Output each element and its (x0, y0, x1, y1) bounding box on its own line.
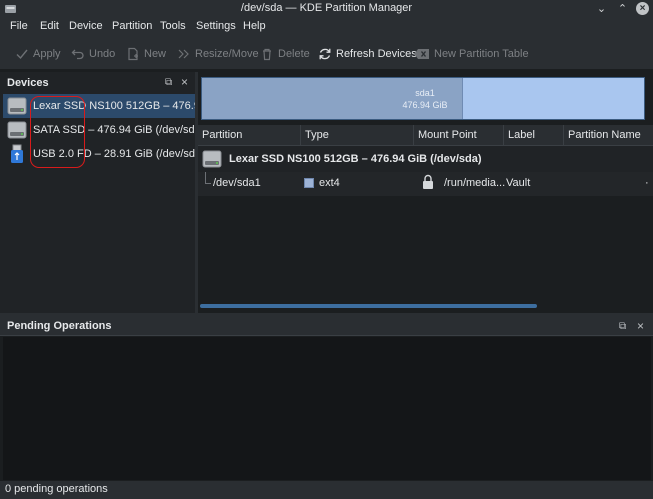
status-bar: 0 pending operations (0, 481, 653, 499)
partition-usage-fill (202, 78, 463, 119)
devices-panel-header: Devices ⧉ × (0, 72, 195, 94)
minimize-icon[interactable]: ⌄ (595, 2, 608, 15)
refresh-devices-label: Refresh Devices (336, 48, 417, 60)
partition-graph[interactable]: sda1 476.94 GiB (201, 77, 645, 120)
clear-table-icon (414, 49, 429, 59)
refresh-icon (319, 48, 331, 60)
apply-label: Apply (33, 48, 61, 60)
lock-icon (423, 174, 433, 189)
window-title: /dev/sda — KDE Partition Manager (240, 2, 413, 14)
cell-type: ext4 (319, 177, 340, 189)
drive-harddisk-icon (7, 97, 27, 115)
undo-label: Undo (89, 48, 116, 60)
column-header-type[interactable]: Type (301, 125, 414, 146)
close-panel-icon[interactable]: × (637, 319, 648, 333)
title-bar: /dev/sda — KDE Partition Manager ⌄ ⌃ × (0, 0, 653, 17)
column-header-mount-point[interactable]: Mount Point (414, 125, 504, 146)
menu-file[interactable]: File (10, 20, 28, 32)
menu-tools[interactable]: Tools (160, 20, 186, 32)
resize-icon (178, 49, 189, 59)
annotation-circle (30, 96, 85, 168)
apply-button[interactable]: Apply (15, 46, 61, 62)
menu-help[interactable]: Help (243, 20, 266, 32)
table-device-row[interactable]: Lexar SSD NS100 512GB – 476.94 GiB (/dev… (198, 146, 653, 172)
maximize-icon[interactable]: ⌃ (616, 2, 629, 15)
column-header-label[interactable]: Label (504, 125, 564, 146)
status-text: 0 pending operations (5, 483, 108, 495)
drive-harddisk-icon (202, 150, 222, 168)
menu-edit[interactable]: Edit (40, 20, 59, 32)
cell-overflow: · (645, 177, 649, 189)
float-panel-icon[interactable]: ⧉ (165, 77, 176, 88)
pending-operations-title: Pending Operations (7, 320, 112, 332)
refresh-devices-button[interactable]: Refresh Devices (318, 46, 417, 62)
devices-panel-title: Devices (7, 77, 49, 89)
menu-partition[interactable]: Partition (112, 20, 152, 32)
partition-table: Partition Type Mount Point Label Partiti… (198, 125, 653, 313)
menu-device[interactable]: Device (69, 20, 103, 32)
filesystem-color-swatch (304, 178, 314, 188)
tree-branch-line (205, 172, 211, 184)
undo-button[interactable]: Undo (71, 46, 115, 62)
pending-operations-header: Pending Operations ⧉ × (0, 317, 653, 336)
cell-partition: /dev/sda1 (213, 177, 261, 189)
partition-view: sda1 476.94 GiB Partition Type Mount Poi… (198, 72, 653, 313)
new-partition-table-button[interactable]: New Partition Table (414, 46, 529, 62)
new-partition-table-label: New Partition Table (434, 48, 529, 60)
undo-icon (71, 49, 84, 60)
toolbar: Apply Undo New Resize/Move Delete Refres… (0, 37, 653, 70)
drive-harddisk-icon (7, 121, 27, 139)
partition-graph-size: 476.94 GiB (402, 100, 448, 110)
delete-label: Delete (278, 48, 310, 60)
cell-mount-point: /run/media... (444, 177, 506, 189)
new-document-icon (128, 47, 138, 61)
table-row[interactable]: /dev/sda1 ext4 /run/media... Vault · (198, 172, 653, 196)
menu-bar: File Edit Device Partition Tools Setting… (0, 17, 653, 37)
partition-graph-name: sda1 (415, 88, 435, 98)
close-icon[interactable]: × (636, 2, 649, 15)
trash-icon (263, 48, 271, 61)
checkmark-icon (16, 49, 28, 60)
pending-operations-panel: Pending Operations ⧉ × (0, 317, 653, 481)
table-device-label: Lexar SSD NS100 512GB – 476.94 GiB (/dev… (229, 153, 482, 165)
horizontal-scrollbar[interactable] (200, 304, 537, 308)
resize-move-label: Resize/Move (195, 48, 259, 60)
pending-operations-list (3, 337, 651, 480)
column-header-partition[interactable]: Partition (198, 125, 301, 146)
cell-label: Vault (506, 177, 531, 189)
usb-drive-icon (11, 144, 23, 163)
new-label: New (144, 48, 167, 60)
partition-table-header: Partition Type Mount Point Label Partiti… (198, 125, 653, 146)
float-panel-icon[interactable]: ⧉ (619, 321, 630, 332)
resize-move-button[interactable]: Resize/Move (177, 46, 259, 62)
close-panel-icon[interactable]: × (181, 75, 192, 89)
delete-button[interactable]: Delete (260, 46, 310, 62)
menu-settings[interactable]: Settings (196, 20, 236, 32)
new-button[interactable]: New (126, 46, 166, 62)
column-header-partition-name[interactable]: Partition Name (564, 125, 653, 146)
